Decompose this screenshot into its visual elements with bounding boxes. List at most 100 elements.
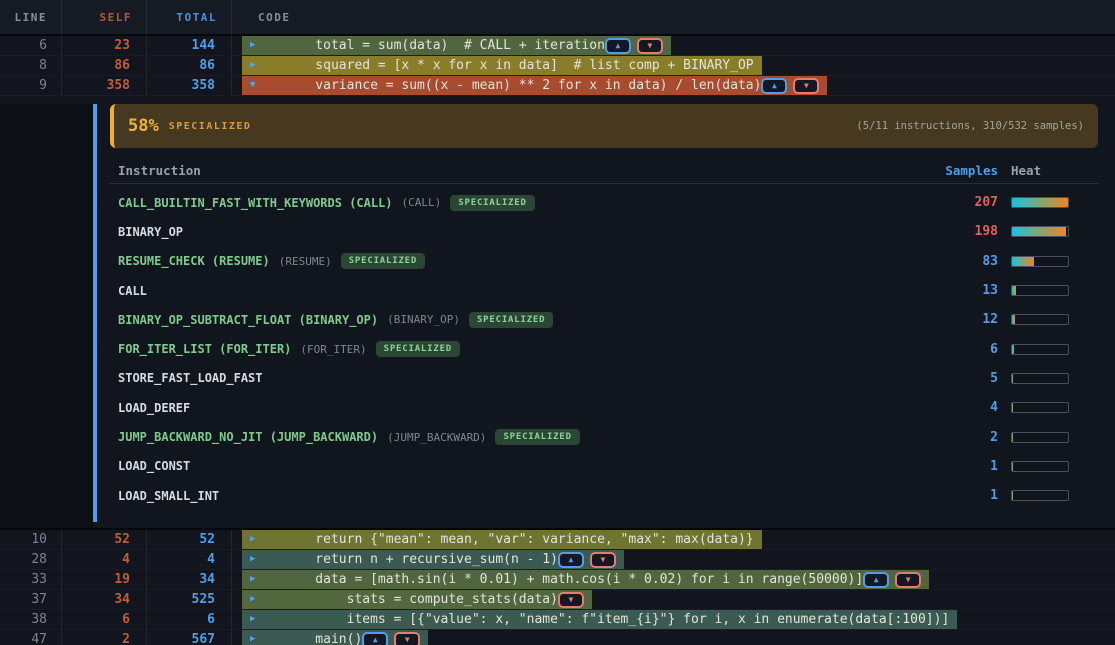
code-text: items = [{"value": x, "name": f"item_{i}… xyxy=(284,612,949,627)
heat-bar-fill xyxy=(1012,227,1066,236)
move-up-button[interactable]: ▲ xyxy=(362,632,388,645)
expand-arrow-icon[interactable]: ▶ xyxy=(250,61,262,70)
heat-bar xyxy=(1011,256,1069,267)
total-samples: 525 xyxy=(147,590,232,610)
total-samples: 6 xyxy=(147,610,232,630)
instruction-samples: 207 xyxy=(938,195,998,210)
instruction-row: CALL 13 xyxy=(110,276,1098,305)
heat-bar xyxy=(1011,344,1069,355)
code-line[interactable]: ▶ squared = [x * x for x in data] # list… xyxy=(242,56,762,75)
instruction-rows: CALL_BUILTIN_FAST_WITH_KEYWORDS (CALL) (… xyxy=(110,184,1098,510)
move-down-button[interactable]: ▼ xyxy=(895,572,921,588)
line-number: 38 xyxy=(0,610,62,630)
instruction-name-group: LOAD_SMALL_INT xyxy=(110,489,938,503)
heat-bar-fill xyxy=(1012,286,1016,295)
total-samples: 567 xyxy=(147,630,232,645)
code-line[interactable]: ▼ variance = sum((x - mean) ** 2 for x i… xyxy=(242,76,827,95)
row-buttons: ▲ ▼ xyxy=(558,552,616,568)
code-line[interactable]: ▶ total = sum(data) # CALL + iteration ▲… xyxy=(242,36,671,55)
move-up-button[interactable]: ▲ xyxy=(558,552,584,568)
column-header-total: TOTAL xyxy=(147,0,232,34)
code-row: 6 23 144 ▶ total = sum(data) # CALL + it… xyxy=(0,36,1115,56)
heat-bar-fill xyxy=(1012,433,1013,442)
code-line[interactable]: ▶ return n + recursive_sum(n - 1) ▲ ▼ xyxy=(242,550,624,569)
code-row: 38 6 6 ▶ items = [{"value": x, "name": f… xyxy=(0,610,1115,630)
instruction-name: STORE_FAST_LOAD_FAST xyxy=(118,371,263,385)
self-samples: 358 xyxy=(62,76,147,96)
line-number: 47 xyxy=(0,630,62,645)
move-up-button[interactable]: ▲ xyxy=(863,572,889,588)
heat-bar xyxy=(1011,226,1069,237)
instruction-name: CALL_BUILTIN_FAST_WITH_KEYWORDS (CALL) xyxy=(118,196,393,210)
code-line[interactable]: ▶ main() ▲ ▼ xyxy=(242,630,428,645)
heat-bar-fill xyxy=(1012,403,1013,412)
heat-bar-fill xyxy=(1012,257,1034,266)
total-samples: 358 xyxy=(147,76,232,96)
code-row: 10 52 52 ▶ return {"mean": mean, "var": … xyxy=(0,530,1115,550)
total-samples: 4 xyxy=(147,550,232,570)
code-row: 28 4 4 ▶ return n + recursive_sum(n - 1)… xyxy=(0,550,1115,570)
heat-bar-fill xyxy=(1012,198,1068,207)
code-rows-top: 6 23 144 ▶ total = sum(data) # CALL + it… xyxy=(0,36,1115,96)
code-cell: ▶ stats = compute_stats(data) ▼ xyxy=(232,590,1115,610)
instruction-name-group: FOR_ITER_LIST (FOR_ITER) (FOR_ITER) SPEC… xyxy=(110,341,938,357)
specialized-badge: SPECIALIZED xyxy=(341,253,425,269)
instruction-base-name: (BINARY_OP) xyxy=(387,313,460,326)
line-number: 28 xyxy=(0,550,62,570)
code-line[interactable]: ▶ data = [math.sin(i * 0.01) + math.cos(… xyxy=(242,570,929,589)
instruction-name-group: RESUME_CHECK (RESUME) (RESUME) SPECIALIZ… xyxy=(110,253,938,269)
specialized-badge: SPECIALIZED xyxy=(495,429,579,445)
panel-gutter xyxy=(0,104,93,528)
column-header-line: LINE xyxy=(0,0,62,34)
move-down-button[interactable]: ▼ xyxy=(558,592,584,608)
code-line[interactable]: ▶ items = [{"value": x, "name": f"item_{… xyxy=(242,610,957,629)
expand-arrow-icon[interactable]: ▶ xyxy=(250,595,262,604)
instruction-samples: 1 xyxy=(938,459,998,474)
line-number: 6 xyxy=(0,36,62,56)
code-cell: ▶ main() ▲ ▼ xyxy=(232,630,1115,645)
expand-arrow-icon[interactable]: ▼ xyxy=(250,81,262,90)
column-header-samples: Samples xyxy=(938,163,998,178)
heat-bar-fill xyxy=(1012,345,1014,354)
code-text: variance = sum((x - mean) ** 2 for x in … xyxy=(284,78,761,93)
expand-arrow-icon[interactable]: ▶ xyxy=(250,41,262,50)
instruction-name: BINARY_OP_SUBTRACT_FLOAT (BINARY_OP) xyxy=(118,313,378,327)
move-up-button[interactable]: ▲ xyxy=(761,78,787,94)
instruction-name-group: CALL xyxy=(110,284,938,298)
expand-arrow-icon[interactable]: ▶ xyxy=(250,535,262,544)
code-text: stats = compute_stats(data) xyxy=(284,592,558,607)
instruction-row: FOR_ITER_LIST (FOR_ITER) (FOR_ITER) SPEC… xyxy=(110,334,1098,363)
instruction-name: FOR_ITER_LIST (FOR_ITER) xyxy=(118,342,291,356)
expand-arrow-icon[interactable]: ▶ xyxy=(250,555,262,564)
column-header-self: SELF xyxy=(62,0,147,34)
move-up-button[interactable]: ▲ xyxy=(605,38,631,54)
self-samples: 6 xyxy=(62,610,147,630)
heat-bar xyxy=(1011,285,1069,296)
specialized-percent: 58% xyxy=(128,116,159,136)
code-line[interactable]: ▶ return {"mean": mean, "var": variance,… xyxy=(242,530,762,549)
specialized-badge: SPECIALIZED xyxy=(376,341,460,357)
expand-arrow-icon[interactable]: ▶ xyxy=(250,615,262,624)
move-down-button[interactable]: ▼ xyxy=(637,38,663,54)
instruction-row: JUMP_BACKWARD_NO_JIT (JUMP_BACKWARD) (JU… xyxy=(110,422,1098,451)
instruction-name-group: CALL_BUILTIN_FAST_WITH_KEYWORDS (CALL) (… xyxy=(110,195,938,211)
specialized-label: SPECIALIZED xyxy=(169,121,252,132)
move-down-button[interactable]: ▼ xyxy=(394,632,420,645)
move-down-button[interactable]: ▼ xyxy=(590,552,616,568)
self-samples: 4 xyxy=(62,550,147,570)
code-cell: ▼ variance = sum((x - mean) ** 2 for x i… xyxy=(232,76,1115,96)
instruction-samples: 1 xyxy=(938,488,998,503)
move-down-button[interactable]: ▼ xyxy=(793,78,819,94)
code-line[interactable]: ▶ stats = compute_stats(data) ▼ xyxy=(242,590,592,609)
heat-bar-fill xyxy=(1012,315,1015,324)
total-samples: 52 xyxy=(147,530,232,550)
expand-arrow-icon[interactable]: ▶ xyxy=(250,575,262,584)
instruction-name: BINARY_OP xyxy=(118,225,183,239)
instruction-row: BINARY_OP 198 xyxy=(110,217,1098,246)
code-cell: ▶ return n + recursive_sum(n - 1) ▲ ▼ xyxy=(232,550,1115,570)
expand-arrow-icon[interactable]: ▶ xyxy=(250,635,262,644)
instruction-samples: 83 xyxy=(938,254,998,269)
row-buttons: ▲ ▼ xyxy=(761,78,819,94)
code-row: 8 86 86 ▶ squared = [x * x for x in data… xyxy=(0,56,1115,76)
column-header-instruction: Instruction xyxy=(110,163,938,178)
